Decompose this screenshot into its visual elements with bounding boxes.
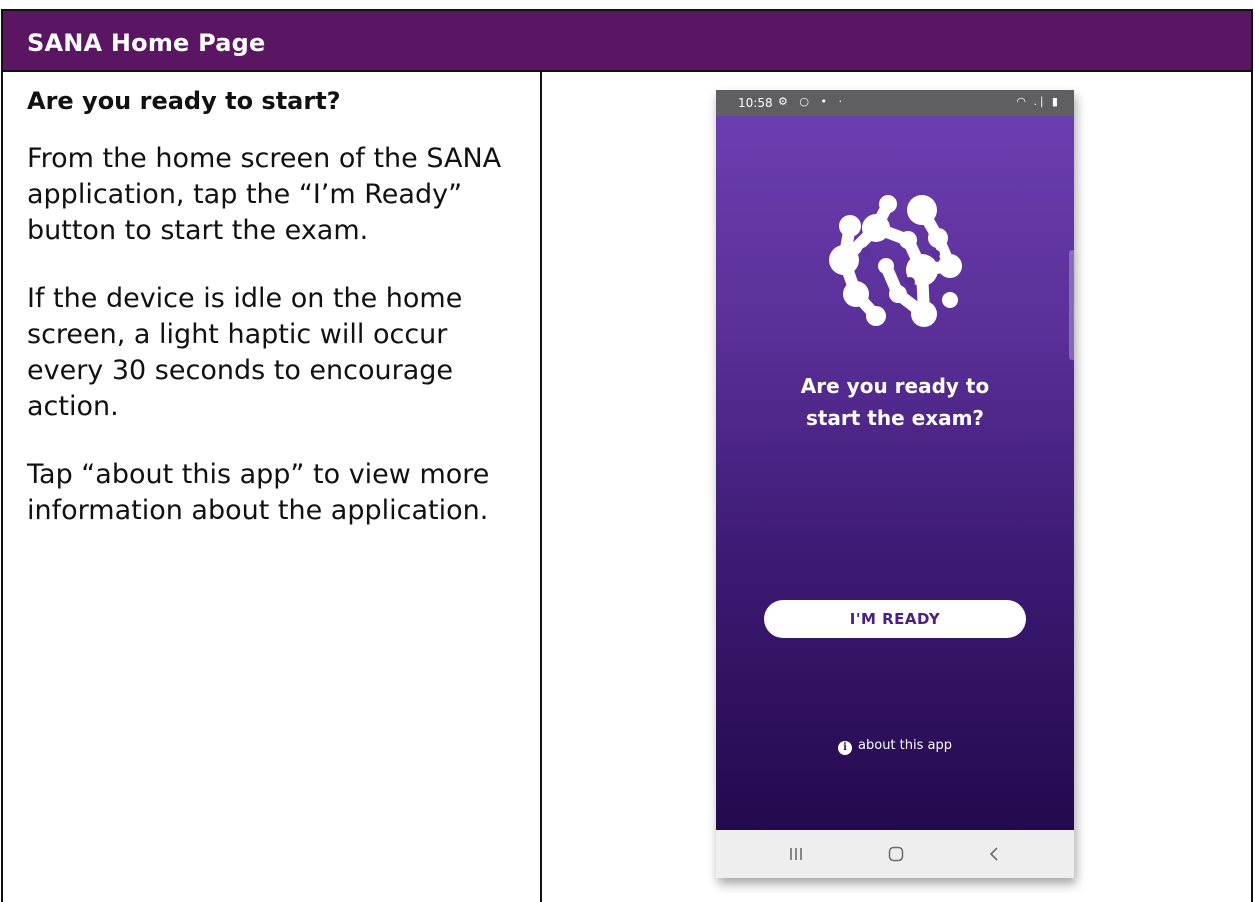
column-divider [540, 72, 542, 902]
about-this-app-link[interactable]: i about this app [716, 738, 1074, 755]
instructions-column: Are you ready to start? From the home sc… [27, 87, 527, 561]
section-header: SANA Home Page [3, 11, 1251, 72]
about-link-label: about this app [858, 738, 952, 753]
ready-prompt: Are you ready to start the exam? [716, 370, 1074, 434]
prompt-line-1: Are you ready to [800, 374, 990, 398]
phone-screenshot: 10:58 ⚙ ○ • · ◠ .∣ ▮ Are you ready to st… [716, 90, 1074, 878]
sub-heading: Are you ready to start? [27, 87, 341, 115]
sana-logo-icon [829, 195, 962, 327]
recents-icon [790, 848, 802, 860]
back-icon [989, 847, 998, 861]
status-notification-icons: ⚙ ○ • · [778, 95, 846, 108]
paragraph-about: Tap “about this app” to view more inform… [27, 459, 490, 526]
scrollbar[interactable] [1069, 250, 1074, 360]
home-icon [888, 846, 904, 862]
info-icon: i [838, 741, 853, 755]
im-ready-button[interactable]: I'M READY [764, 600, 1026, 638]
prompt-line-2: start the exam? [805, 406, 985, 430]
status-time: 10:58 [738, 96, 773, 110]
back-button[interactable] [964, 830, 1024, 878]
home-button[interactable] [866, 830, 926, 878]
header-title: SANA Home Page [27, 29, 266, 57]
paragraph-start: From the home screen of the SANA applica… [27, 143, 502, 246]
android-nav-bar [716, 830, 1074, 878]
recents-button[interactable] [766, 830, 826, 878]
status-bar: 10:58 ⚙ ○ • · ◠ .∣ ▮ [716, 90, 1074, 116]
paragraph-haptic: If the device is idle on the home screen… [27, 283, 463, 422]
status-signal-battery-icons: ◠ .∣ ▮ [1016, 95, 1060, 108]
